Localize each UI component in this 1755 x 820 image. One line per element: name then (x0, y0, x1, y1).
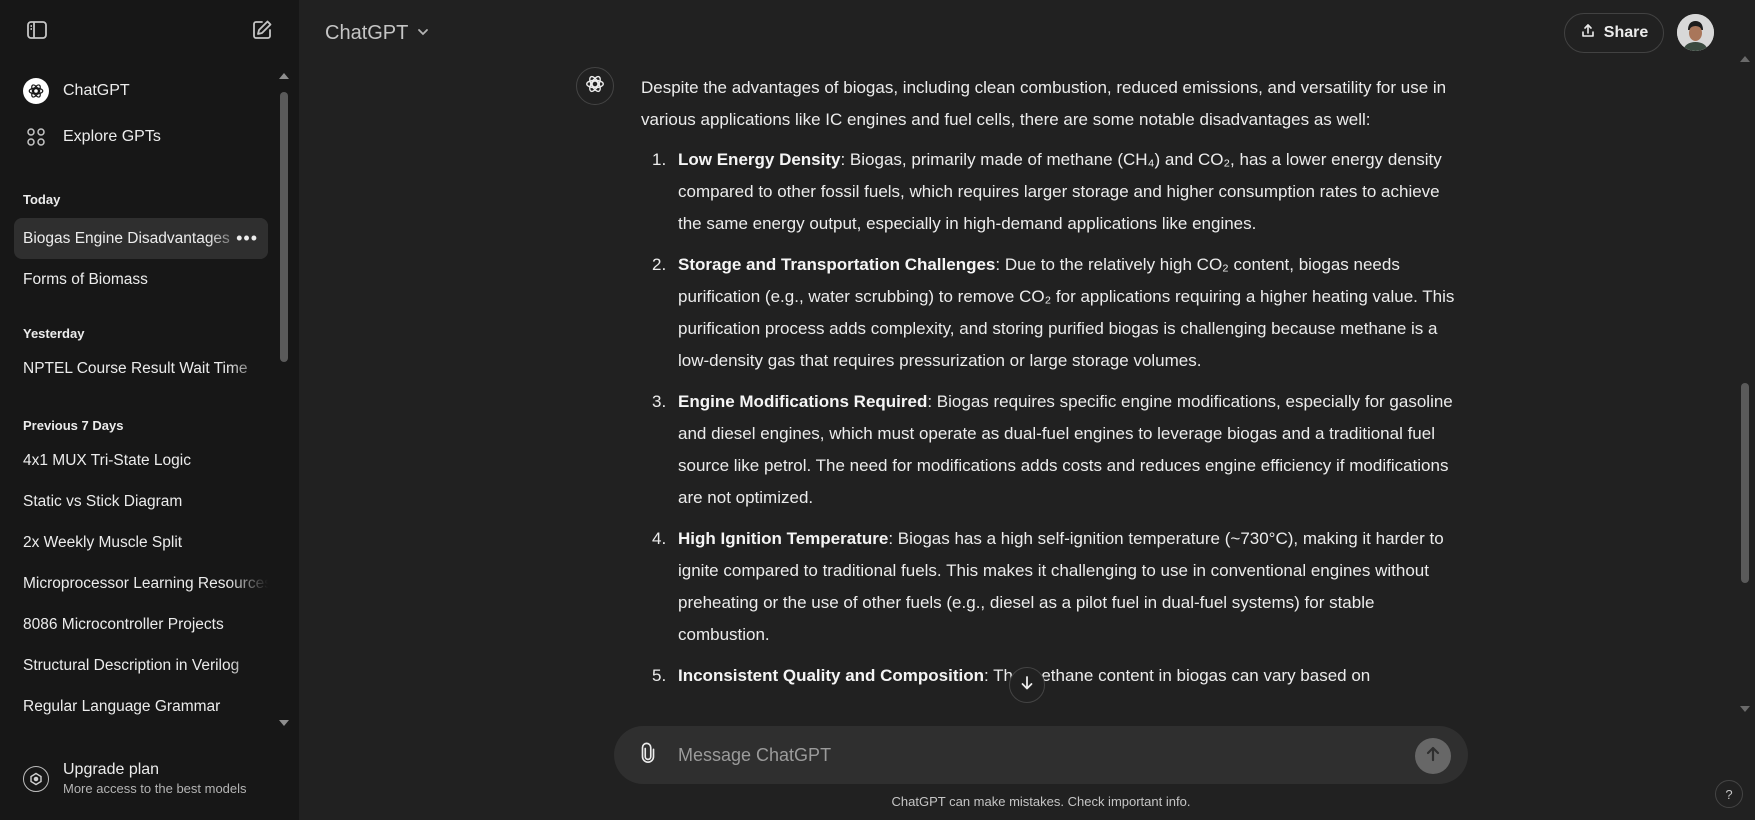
item-title: Low Energy Density (678, 150, 841, 169)
message-intro: Despite the advantages of biogas, includ… (641, 78, 1447, 129)
new-chat-button[interactable] (244, 14, 280, 50)
item-title: Storage and Transportation Challenges (678, 255, 996, 274)
chat-item-label: 2x Weekly Muscle Split (23, 534, 183, 551)
list-item: 2. Storage and Transportation Challenges:… (652, 255, 1455, 370)
assistant-message: Despite the advantages of biogas, includ… (641, 72, 1461, 725)
list-item: 3. Engine Modifications Required: Biogas … (652, 392, 1453, 507)
header: ChatGPT Share (299, 0, 1755, 66)
composer (614, 726, 1468, 784)
chat-item-label: 4x1 MUX Tri-State Logic (23, 452, 191, 469)
chat-item-label: Biogas Engine Disadvantages (23, 230, 230, 247)
attach-button[interactable] (634, 741, 662, 769)
disclaimer: ChatGPT can make mistakes. Check importa… (891, 794, 1191, 809)
message-list: 1. Low Energy Density: Biogas, primarily … (641, 144, 1461, 692)
main-scroll-up-arrow[interactable] (1740, 56, 1750, 62)
arrow-down-icon (1019, 675, 1035, 696)
chat-history-list: Today Biogas Engine Disadvantages ••• Fo… (14, 190, 268, 735)
sidebar-scroll-down-arrow[interactable] (279, 720, 289, 726)
arrow-up-icon (1424, 745, 1442, 768)
chat-item-label: Regular Language Grammar (23, 698, 221, 715)
upgrade-icon (23, 766, 49, 792)
item-title: Engine Modifications Required (678, 392, 928, 411)
upgrade-subtitle: More access to the best models (63, 781, 247, 796)
sidebar: ChatGPT Explore GPTs Today Biogas Engine… (0, 0, 299, 820)
chat-item[interactable]: Structural Description in Verilog (14, 645, 268, 686)
scroll-to-bottom-button[interactable] (1009, 667, 1045, 703)
group-title-today: Today (23, 192, 61, 207)
upgrade-plan-button[interactable]: Upgrade plan More access to the best mod… (14, 752, 276, 806)
chat-item[interactable]: Static vs Stick Diagram (14, 481, 268, 522)
sidebar-toggle-button[interactable] (19, 14, 55, 50)
group-title-yesterday: Yesterday (23, 326, 85, 341)
sidebar-top (0, 0, 299, 64)
chat-item-active[interactable]: Biogas Engine Disadvantages ••• (14, 218, 268, 259)
new-chat-icon (250, 18, 274, 47)
chat-item-label: Structural Description in Verilog (23, 657, 240, 674)
chat-item[interactable]: NPTEL Course Result Wait Time (14, 348, 268, 389)
chat-item-label: Static vs Stick Diagram (23, 493, 183, 510)
share-button[interactable]: Share (1564, 13, 1664, 53)
list-item: 1. Low Energy Density: Biogas, primarily … (652, 150, 1442, 233)
message-input[interactable] (678, 740, 1378, 770)
upgrade-title: Upgrade plan (63, 761, 160, 778)
chat-item[interactable]: Regular Language Grammar (14, 686, 268, 727)
help-button[interactable]: ? (1715, 780, 1743, 808)
more-options-icon[interactable]: ••• (236, 218, 258, 259)
sidebar-nav: ChatGPT Explore GPTs (14, 68, 268, 160)
openai-logo-icon (23, 78, 49, 104)
item-title: Inconsistent Quality and Composition (678, 666, 985, 685)
list-item: 5. Inconsistent Quality and Composition: … (652, 666, 1371, 685)
send-button[interactable] (1415, 738, 1451, 774)
list-item: 4. High Ignition Temperature: Biogas has … (652, 529, 1444, 644)
chat-item[interactable]: 4x1 MUX Tri-State Logic (14, 440, 268, 481)
sidebar-scroll-up-arrow[interactable] (279, 73, 289, 79)
user-avatar[interactable] (1677, 14, 1714, 51)
openai-logo-icon (584, 73, 606, 100)
share-label: Share (1603, 24, 1649, 41)
nav-item-explore-gpts[interactable]: Explore GPTs (14, 114, 268, 160)
chevron-down-icon (416, 22, 430, 45)
assistant-avatar (576, 67, 614, 105)
grid-icon (23, 124, 49, 150)
main-scrollbar[interactable] (1741, 383, 1749, 583)
item-title: High Ignition Temperature (678, 529, 889, 548)
nav-item-label: ChatGPT (63, 82, 130, 99)
model-selector[interactable]: ChatGPT (325, 18, 430, 48)
share-icon (1580, 23, 1604, 44)
nav-item-label: Explore GPTs (63, 128, 161, 145)
chat-item-label: 8086 Microcontroller Projects (23, 616, 224, 633)
group-title-previous-7-days: Previous 7 Days (23, 418, 124, 433)
paperclip-icon (637, 742, 659, 769)
chat-item[interactable]: 2x Weekly Muscle Split (14, 522, 268, 563)
nav-item-chatgpt[interactable]: ChatGPT (14, 68, 268, 114)
sidebar-toggle-icon (25, 18, 49, 47)
chat-item-label: Forms of Biomass (23, 271, 148, 288)
main-scroll-down-arrow[interactable] (1740, 706, 1750, 712)
chat-item[interactable]: Forms of Biomass (14, 259, 268, 300)
sidebar-scrollbar[interactable] (280, 92, 288, 362)
chat-item[interactable]: Microprocessor Learning Resources (14, 563, 268, 604)
model-name: ChatGPT (325, 21, 409, 44)
chat-item-label: NPTEL Course Result Wait Time (23, 360, 248, 377)
chat-item[interactable]: 8086 Microcontroller Projects (14, 604, 268, 645)
